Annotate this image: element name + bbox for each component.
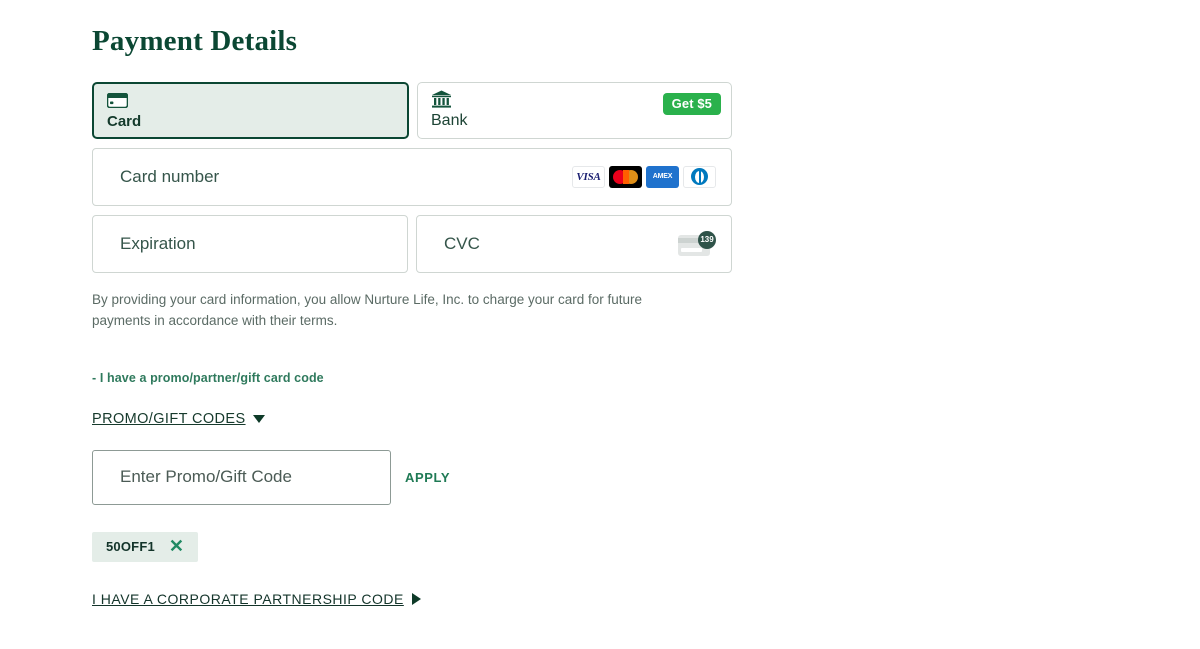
promo-code-input[interactable]: Enter Promo/Gift Code bbox=[92, 449, 391, 505]
close-icon[interactable]: ✕ bbox=[169, 537, 184, 555]
cvc-icon-number: 139 bbox=[698, 230, 716, 249]
accepted-card-brands: VISA AMEX bbox=[572, 165, 716, 188]
promo-codes-toggle[interactable]: PROMO/GIFT CODES bbox=[92, 411, 265, 427]
chevron-down-icon bbox=[252, 414, 265, 423]
mastercard-icon bbox=[609, 165, 642, 188]
tab-card[interactable]: Card bbox=[92, 81, 409, 139]
promo-codes-toggle-label: PROMO/GIFT CODES bbox=[92, 410, 246, 427]
applied-code-chip: 50OFF1 ✕ bbox=[92, 531, 198, 562]
card-number-field[interactable]: Card number VISA AMEX bbox=[92, 147, 732, 206]
amex-icon-label: AMEX bbox=[652, 173, 673, 181]
get-five-badge[interactable]: Get $5 bbox=[662, 92, 721, 115]
applied-codes-list: 50OFF1 ✕ bbox=[92, 531, 732, 562]
expiration-field[interactable]: Expiration bbox=[92, 214, 408, 273]
promo-note: - I have a promo/partner/gift card code bbox=[92, 370, 324, 385]
chevron-right-icon bbox=[411, 592, 421, 605]
promo-input-row: Enter Promo/Gift Code APPLY bbox=[92, 449, 732, 505]
corporate-partnership-label: I HAVE A CORPORATE PARTNERSHIP CODE bbox=[92, 590, 404, 607]
page-title: Payment Details bbox=[92, 25, 298, 57]
expiration-placeholder: Expiration bbox=[120, 233, 196, 253]
visa-icon: VISA bbox=[572, 165, 605, 188]
cvc-field[interactable]: CVC 139 bbox=[416, 214, 732, 273]
cvc-card-icon: 139 bbox=[678, 230, 716, 257]
amex-icon: AMEX bbox=[646, 165, 679, 188]
card-disclaimer: By providing your card information, you … bbox=[92, 291, 643, 328]
expiration-cvc-row: Expiration CVC 139 bbox=[92, 214, 732, 273]
cvc-placeholder: CVC bbox=[444, 233, 480, 253]
corporate-partnership-link[interactable]: I HAVE A CORPORATE PARTNERSHIP CODE bbox=[92, 591, 421, 607]
applied-code-label: 50OFF1 bbox=[106, 538, 155, 554]
apply-promo-button[interactable]: APPLY bbox=[405, 470, 450, 485]
tab-bank[interactable]: Bank Get $5 bbox=[417, 81, 732, 139]
payment-details-content: Payment Details Card Bank Get $5 Card nu… bbox=[92, 0, 732, 609]
promo-code-placeholder: Enter Promo/Gift Code bbox=[120, 467, 292, 487]
diners-club-icon bbox=[683, 165, 716, 188]
credit-card-icon bbox=[107, 91, 395, 111]
visa-icon-label: VISA bbox=[576, 170, 601, 183]
card-number-placeholder: Card number bbox=[120, 166, 220, 186]
tab-card-label: Card bbox=[107, 112, 142, 130]
payment-method-tabs: Card Bank Get $5 bbox=[92, 81, 732, 139]
payment-details-page: Payment Details Card Bank Get $5 Card nu… bbox=[0, 0, 1200, 649]
